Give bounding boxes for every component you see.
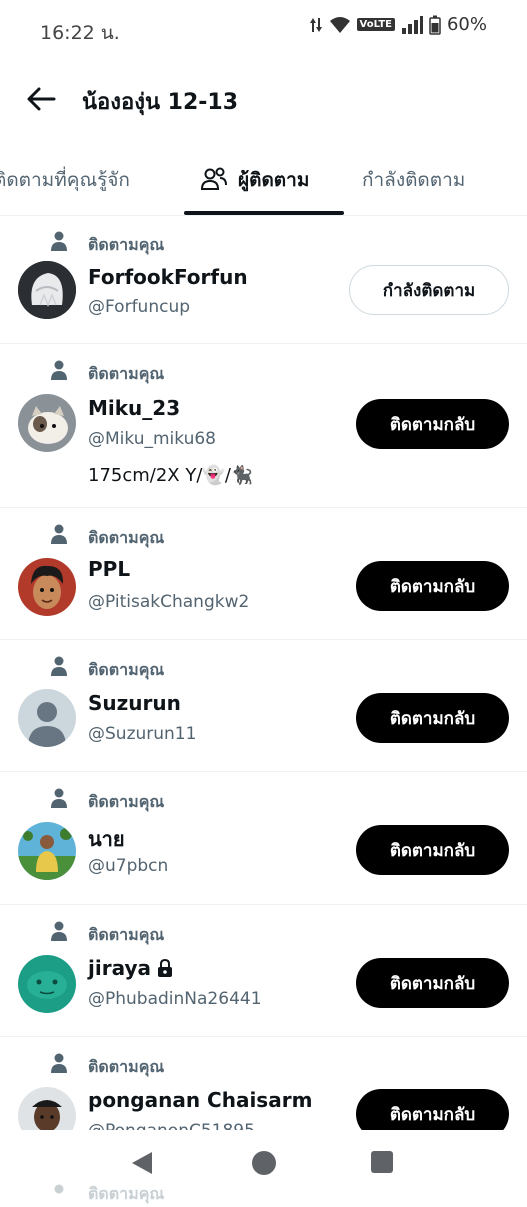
avatar[interactable]	[18, 558, 76, 616]
follows-you-label: ติดตามคุณ	[88, 925, 165, 944]
display-name: jiraya	[88, 956, 173, 980]
wifi-icon	[329, 16, 350, 33]
tab-label: ติดตามที่คุณรู้จัก	[0, 169, 130, 191]
person-icon	[51, 1053, 67, 1073]
status-bar: 16:22 น. VoLTE 60%	[0, 0, 527, 60]
person-icon	[51, 231, 67, 251]
username: @PitisakChangkw2	[88, 592, 250, 612]
follow-back-button[interactable]: ติดตามกลับ	[356, 693, 509, 743]
avatar-image	[18, 955, 76, 1013]
follow-back-button[interactable]: ติดตามกลับ	[356, 561, 509, 611]
display-name: ponganan Chaisarm	[88, 1088, 312, 1112]
follow-back-button[interactable]: ติดตามกลับ	[356, 399, 509, 449]
display-name: PPL	[88, 557, 130, 581]
follows-you-label: ติดตามคุณ	[88, 1184, 165, 1203]
tab-following[interactable]: กำลังติดตาม	[362, 145, 465, 215]
avatar-image	[18, 822, 76, 880]
follows-you-label: ติดตามคุณ	[88, 792, 165, 811]
display-name-text: Suzurun	[88, 691, 181, 715]
tab-label: กำลังติดตาม	[362, 169, 466, 191]
avatar[interactable]	[18, 394, 76, 452]
follows-you-label: ติดตามคุณ	[88, 660, 165, 679]
signal-icon	[401, 15, 423, 34]
username: @Forfuncup	[88, 297, 191, 317]
tab-followers[interactable]: ผู้ติดตาม	[200, 145, 309, 215]
status-time: 16:22 น.	[40, 22, 120, 44]
display-name: Miku_23	[88, 396, 180, 420]
person-icon	[51, 524, 67, 544]
follower-row[interactable]: ติดตามคุณ PPL @PitisakChangkw2 ติดตามกลั…	[0, 508, 527, 640]
following-button[interactable]: กำลังติดตาม	[349, 265, 509, 315]
tab-followers-you-know[interactable]: ติดตามที่คุณรู้จัก	[0, 145, 130, 215]
follow-back-button[interactable]: ติดตามกลับ	[356, 825, 509, 875]
follower-row[interactable]: ติดตามคุณ ForfookForfun @Forfuncup กำลัง…	[0, 215, 527, 344]
person-icon	[51, 921, 67, 941]
person-icon	[51, 656, 67, 676]
follows-you-label: ติดตามคุณ	[88, 235, 165, 254]
follower-row[interactable]: ติดตามคุณ Suzurun @Suzurun11 ติดตามกลับ	[0, 640, 527, 772]
data-arrows-icon	[309, 17, 322, 32]
nav-back-icon[interactable]	[130, 1150, 154, 1176]
avatar-image	[18, 261, 76, 319]
back-arrow-icon[interactable]	[24, 82, 58, 116]
avatar-image	[18, 558, 76, 616]
display-name: นาย	[88, 823, 125, 855]
display-name-text: jiraya	[88, 956, 151, 980]
nav-recents-icon[interactable]	[370, 1150, 394, 1174]
status-icons: VoLTE 60%	[309, 14, 487, 35]
display-name: ForfookForfun	[88, 265, 248, 289]
display-name-text: ponganan Chaisarm	[88, 1088, 313, 1112]
follows-you-label: ติดตามคุณ	[88, 528, 165, 547]
avatar[interactable]	[18, 955, 76, 1013]
person-icon	[54, 1184, 64, 1194]
follower-row[interactable]: ติดตามคุณ Miku_23 @Miku_miku68 175cm/2X …	[0, 344, 527, 508]
tab-label: ผู้ติดตาม	[238, 169, 310, 191]
people-icon	[200, 167, 227, 190]
username: @Miku_miku68	[88, 429, 216, 449]
nav-home-icon[interactable]	[251, 1150, 277, 1176]
display-name-text: PPL	[88, 557, 131, 581]
avatar[interactable]	[18, 261, 76, 319]
follows-you-label: ติดตามคุณ	[88, 1057, 165, 1076]
username: @PhubadinNa26441	[88, 989, 262, 1009]
follower-row[interactable]: ติดตามคุณ นาย @u7pbcn ติดตามกลับ	[0, 772, 527, 905]
lock-icon	[158, 958, 172, 977]
battery-icon	[429, 15, 441, 35]
avatar[interactable]	[18, 689, 76, 747]
display-name: Suzurun	[88, 691, 181, 715]
volte-badge: VoLTE	[356, 18, 395, 31]
follower-row[interactable]: ติดตามคุณ jiraya @PhubadinNa26441 ติดตาม…	[0, 905, 527, 1037]
display-name-text: Miku_23	[88, 396, 181, 420]
username: @u7pbcn	[88, 856, 169, 876]
username: @Suzurun11	[88, 724, 197, 744]
display-name-text: ForfookForfun	[88, 265, 248, 289]
avatar[interactable]	[18, 822, 76, 880]
battery-percent: 60%	[446, 14, 487, 35]
bio: 175cm/2X Y/👻/🐈‍⬛	[88, 465, 254, 486]
person-icon	[51, 360, 67, 380]
tab-bar: ติดตามที่คุณรู้จัก ผู้ติดตาม กำลังติดตาม	[0, 145, 527, 216]
default-avatar-icon	[18, 689, 76, 747]
system-navigation-bar	[0, 1130, 527, 1200]
follows-you-label: ติดตามคุณ	[88, 364, 165, 383]
top-app-bar: น้ององุ่น 12-13	[0, 60, 527, 140]
page-title: น้ององุ่น 12-13	[82, 90, 239, 115]
avatar-image	[18, 394, 76, 452]
person-icon	[51, 788, 67, 808]
follower-list: ติดตามคุณ ForfookForfun @Forfuncup กำลัง…	[0, 215, 527, 1168]
follow-back-button[interactable]: ติดตามกลับ	[356, 958, 509, 1008]
display-name-text: นาย	[88, 827, 125, 851]
